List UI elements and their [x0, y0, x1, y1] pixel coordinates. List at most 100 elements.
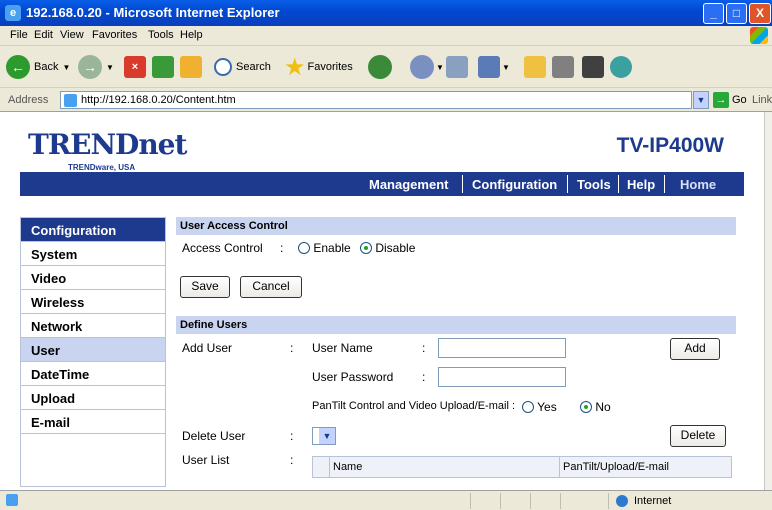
forward-arrow-icon: → — [78, 55, 102, 79]
sidebar-item-system[interactable]: System — [21, 242, 165, 266]
pantilt-yes-radio[interactable]: Yes — [522, 400, 557, 414]
address-bar: Address http://192.168.0.20/Content.htm … — [0, 88, 772, 112]
trendnet-logo: TRENDnet TRENDware, USA — [28, 128, 187, 172]
folder-icon — [524, 56, 546, 78]
mail-button[interactable]: ▼ — [410, 52, 444, 82]
home-icon — [180, 56, 202, 78]
menu-view[interactable]: View — [60, 29, 84, 41]
menu-favorites[interactable]: Favorites — [92, 29, 137, 41]
main-panel: User Access Control Access Control : Ena… — [176, 217, 736, 490]
sidebar-item-wireless[interactable]: Wireless — [21, 290, 165, 314]
folder-button[interactable] — [524, 52, 546, 82]
links-button[interactable]: Links — [752, 94, 772, 106]
save-button[interactable]: Save — [180, 276, 230, 298]
enable-radio-icon — [298, 242, 310, 254]
contacts-button[interactable] — [610, 52, 632, 82]
print-button[interactable] — [446, 52, 468, 82]
sidebar-item-video[interactable]: Video — [21, 266, 165, 290]
chevron-down-icon: ▼ — [319, 428, 335, 444]
enable-radio[interactable]: Enable — [298, 241, 351, 255]
user-list-label: User List — [182, 453, 230, 467]
cancel-button[interactable]: Cancel — [240, 276, 302, 298]
define-users-header: Define Users — [176, 316, 736, 334]
go-arrow-icon: → — [713, 92, 729, 108]
delete-user-label: Delete User — [182, 429, 246, 443]
sidebar-item-network[interactable]: Network — [21, 314, 165, 338]
address-dropdown-button[interactable]: ▼ — [693, 91, 709, 109]
top-nav: Management Configuration Tools Help Home — [20, 172, 744, 196]
add-button[interactable]: Add — [670, 338, 720, 360]
zone-label: Internet — [634, 495, 672, 507]
back-button[interactable]: ← Back ▼ — [6, 52, 70, 82]
menu-edit[interactable]: Edit — [34, 29, 53, 41]
refresh-icon — [152, 56, 174, 78]
page-content: TRENDnet TRENDware, USA TV-IP400W Manage… — [0, 112, 764, 490]
contacts-icon — [610, 56, 632, 78]
sidebar: Configuration System Video Wireless Netw… — [20, 217, 166, 487]
research-icon — [552, 56, 574, 78]
stop-icon: × — [124, 56, 146, 78]
nav-home[interactable]: Home — [680, 177, 716, 192]
vertical-scrollbar[interactable] — [764, 112, 772, 490]
sidebar-title: Configuration — [21, 218, 165, 242]
user-access-control-header: User Access Control — [176, 217, 736, 235]
toolbar: ← Back ▼ → ▼ × Search ★ Favorites ▼ ▼ — [0, 46, 772, 88]
close-button[interactable]: X — [749, 3, 771, 24]
sidebar-item-user[interactable]: User — [21, 338, 165, 362]
sidebar-item-upload[interactable]: Upload — [21, 386, 165, 410]
user-password-input[interactable] — [438, 367, 566, 387]
user-list-table: Name PanTilt/Upload/E-mail — [312, 456, 732, 478]
forward-button[interactable]: → ▼ — [78, 52, 114, 82]
add-user-label: Add User — [182, 341, 233, 355]
user-password-label: User Password — [312, 370, 394, 384]
disable-radio-icon — [360, 242, 372, 254]
window-titlebar: e 192.168.0.20 - Microsoft Internet Expl… — [0, 0, 772, 26]
page-status-icon — [6, 494, 18, 506]
m-icon — [582, 56, 604, 78]
page-icon — [64, 94, 77, 107]
history-button[interactable] — [368, 52, 392, 82]
favorites-button[interactable]: ★ Favorites — [284, 52, 353, 82]
menu-tools[interactable]: Tools — [148, 29, 174, 41]
history-icon — [368, 55, 392, 79]
yes-radio-icon — [522, 401, 534, 413]
stop-button[interactable]: × — [124, 52, 146, 82]
access-control-label: Access Control — [182, 241, 263, 255]
user-name-label: User Name — [312, 341, 373, 355]
sidebar-item-datetime[interactable]: DateTime — [21, 362, 165, 386]
disable-radio[interactable]: Disable — [360, 241, 415, 255]
column-header-name: Name — [333, 461, 363, 473]
refresh-button[interactable] — [152, 52, 174, 82]
menu-file[interactable]: File — [10, 29, 28, 41]
pantilt-no-radio[interactable]: No — [580, 400, 611, 414]
pantilt-label: PanTilt Control and Video Upload/E-mail … — [312, 400, 515, 412]
home-button[interactable] — [180, 52, 202, 82]
windows-logo-icon — [750, 27, 768, 44]
sidebar-item-email[interactable]: E-mail — [21, 410, 165, 434]
edit-icon — [478, 56, 500, 78]
print-icon — [446, 56, 468, 78]
nav-configuration[interactable]: Configuration — [472, 177, 557, 192]
minimize-button[interactable]: _ — [703, 3, 724, 24]
messenger-button[interactable] — [582, 52, 604, 82]
column-header-permissions: PanTilt/Upload/E-mail — [563, 461, 669, 473]
nav-help[interactable]: Help — [627, 177, 655, 192]
window-title: 192.168.0.20 - Microsoft Internet Explor… — [26, 5, 280, 20]
edit-button[interactable]: ▼ — [478, 52, 510, 82]
delete-button[interactable]: Delete — [670, 425, 726, 447]
status-bar: Internet — [0, 490, 772, 510]
internet-globe-icon — [616, 495, 628, 507]
menubar: File Edit View Favorites Tools Help — [0, 26, 772, 46]
menu-help[interactable]: Help — [180, 29, 203, 41]
nav-management[interactable]: Management — [369, 177, 448, 192]
address-input[interactable]: http://192.168.0.20/Content.htm — [60, 91, 692, 109]
no-radio-icon — [580, 401, 592, 413]
search-icon — [214, 58, 232, 76]
user-name-input[interactable] — [438, 338, 566, 358]
research-button[interactable] — [552, 52, 574, 82]
delete-user-select[interactable]: ▼ — [312, 427, 336, 445]
search-button[interactable]: Search — [214, 52, 271, 82]
go-button[interactable]: → Go — [713, 92, 747, 108]
maximize-button[interactable]: □ — [726, 3, 747, 24]
nav-tools[interactable]: Tools — [577, 177, 611, 192]
